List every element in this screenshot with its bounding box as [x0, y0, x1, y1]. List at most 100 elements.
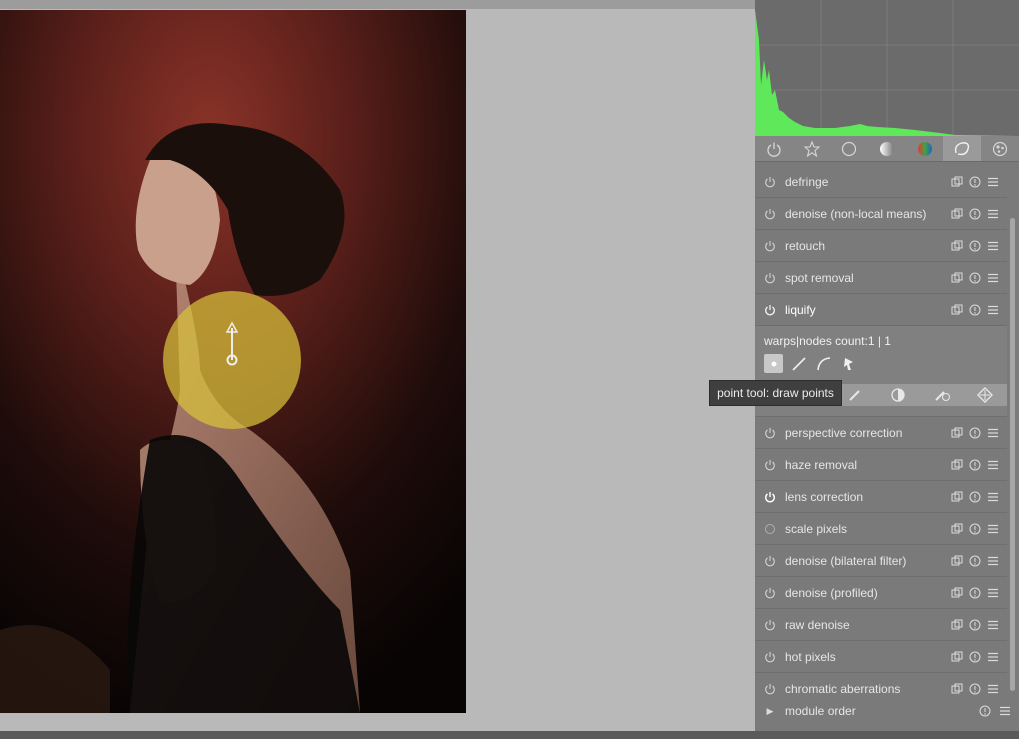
photo-image[interactable]: [0, 10, 466, 713]
presets-icon[interactable]: [951, 651, 963, 663]
power-icon[interactable]: [764, 240, 776, 252]
module-label: denoise (bilateral filter): [785, 553, 907, 568]
tab-correct[interactable]: [943, 136, 982, 161]
power-icon[interactable]: [764, 208, 776, 220]
center-view[interactable]: [0, 0, 755, 731]
module-label: chromatic aberrations: [785, 681, 901, 696]
tab-effect[interactable]: [981, 136, 1019, 161]
reset-icon[interactable]: [969, 427, 981, 439]
module-row-lens-correction[interactable]: lens correction: [755, 481, 1007, 513]
curve-tool-button[interactable]: [814, 354, 833, 373]
power-icon[interactable]: [764, 683, 776, 695]
menu-icon[interactable]: [987, 555, 999, 567]
reset-icon[interactable]: [969, 272, 981, 284]
module-order-section[interactable]: ▶ module order: [755, 699, 1019, 723]
reset-icon[interactable]: [969, 587, 981, 599]
module-row-spot-removal[interactable]: spot removal: [755, 262, 1007, 294]
module-row-scale-pixels[interactable]: scale pixels: [755, 513, 1007, 545]
module-row-denoise-bilateral[interactable]: denoise (bilateral filter): [755, 545, 1007, 577]
power-icon[interactable]: [764, 304, 776, 316]
menu-icon[interactable]: [987, 304, 999, 316]
reset-icon[interactable]: [969, 176, 981, 188]
power-icon[interactable]: [764, 651, 776, 663]
expand-arrow-icon[interactable]: ▶: [755, 706, 785, 717]
power-icon[interactable]: [764, 176, 776, 188]
node-tool-button[interactable]: [839, 354, 858, 373]
module-list-scrollbar[interactable]: [1010, 218, 1015, 691]
presets-icon[interactable]: [951, 491, 963, 503]
reset-icon[interactable]: [969, 491, 981, 503]
tab-tone[interactable]: [868, 136, 906, 161]
menu-icon[interactable]: [987, 459, 999, 471]
histogram[interactable]: [755, 0, 1019, 136]
reset-icon[interactable]: [969, 459, 981, 471]
menu-icon[interactable]: [987, 272, 999, 284]
reset-icon[interactable]: [969, 208, 981, 220]
module-row-haze-removal[interactable]: haze removal: [755, 449, 1007, 481]
power-icon[interactable]: [764, 427, 776, 439]
menu-icon[interactable]: [987, 176, 999, 188]
point-tool-icon: [771, 361, 776, 366]
reset-icon[interactable]: [969, 619, 981, 631]
reset-icon[interactable]: [969, 240, 981, 252]
module-row-perspective-correction[interactable]: perspective correction: [755, 417, 1007, 449]
reset-icon[interactable]: [969, 651, 981, 663]
tab-favorites[interactable]: [793, 136, 831, 161]
presets-icon[interactable]: [951, 240, 963, 252]
power-icon[interactable]: [764, 619, 776, 631]
parametric-mask-icon[interactable]: [889, 387, 907, 403]
presets-icon[interactable]: [951, 555, 963, 567]
line-tool-button[interactable]: [789, 354, 808, 373]
module-row-retouch[interactable]: retouch: [755, 230, 1007, 262]
drawn-parametric-mask-icon[interactable]: [933, 387, 951, 403]
menu-icon[interactable]: [987, 208, 999, 220]
reset-icon[interactable]: [979, 705, 991, 717]
menu-icon[interactable]: [987, 523, 999, 535]
tab-color[interactable]: [906, 136, 944, 161]
power-icon[interactable]: [764, 587, 776, 599]
module-row-liquify[interactable]: liquify: [755, 294, 1007, 326]
menu-icon[interactable]: [987, 683, 999, 695]
reset-icon[interactable]: [969, 523, 981, 535]
presets-icon[interactable]: [951, 272, 963, 284]
menu-icon[interactable]: [987, 427, 999, 439]
menu-icon[interactable]: [987, 240, 999, 252]
presets-icon[interactable]: [951, 587, 963, 599]
menu-icon[interactable]: [987, 587, 999, 599]
drawn-mask-icon[interactable]: [847, 387, 863, 403]
point-tool-button[interactable]: [764, 354, 783, 373]
reset-icon[interactable]: [969, 304, 981, 316]
reset-icon[interactable]: [969, 555, 981, 567]
reset-icon[interactable]: [969, 683, 981, 695]
power-icon[interactable]: [764, 491, 776, 503]
presets-icon[interactable]: [951, 208, 963, 220]
module-row-denoise-profiled[interactable]: denoise (profiled): [755, 577, 1007, 609]
module-row-hot-pixels[interactable]: hot pixels: [755, 641, 1007, 673]
presets-icon[interactable]: [951, 427, 963, 439]
power-icon[interactable]: [764, 459, 776, 471]
presets-icon[interactable]: [951, 523, 963, 535]
menu-icon[interactable]: [999, 705, 1011, 717]
presets-icon[interactable]: [951, 619, 963, 631]
color-icon: [917, 141, 932, 156]
menu-icon[interactable]: [987, 491, 999, 503]
module-row-defringe[interactable]: defringe: [755, 166, 1007, 198]
presets-icon[interactable]: [951, 683, 963, 695]
presets-icon[interactable]: [951, 176, 963, 188]
presets-icon[interactable]: [951, 459, 963, 471]
menu-icon[interactable]: [987, 619, 999, 631]
presets-icon[interactable]: [951, 304, 963, 316]
menu-icon[interactable]: [987, 651, 999, 663]
module-row-denoise-nlm[interactable]: denoise (non-local means): [755, 198, 1007, 230]
right-panel: defringe denoise (non-local means) retou…: [755, 0, 1019, 731]
power-icon[interactable]: [764, 555, 776, 567]
liquify-tool-row: [764, 354, 999, 373]
module-label: scale pixels: [785, 521, 848, 536]
warps-count-label: warps|nodes count:1 | 1: [764, 334, 891, 348]
module-label: defringe: [785, 174, 829, 189]
tab-active-modules[interactable]: [755, 136, 793, 161]
tab-base[interactable]: [830, 136, 868, 161]
power-icon[interactable]: [764, 272, 776, 284]
module-row-raw-denoise[interactable]: raw denoise: [755, 609, 1007, 641]
raster-mask-icon[interactable]: [977, 387, 993, 403]
